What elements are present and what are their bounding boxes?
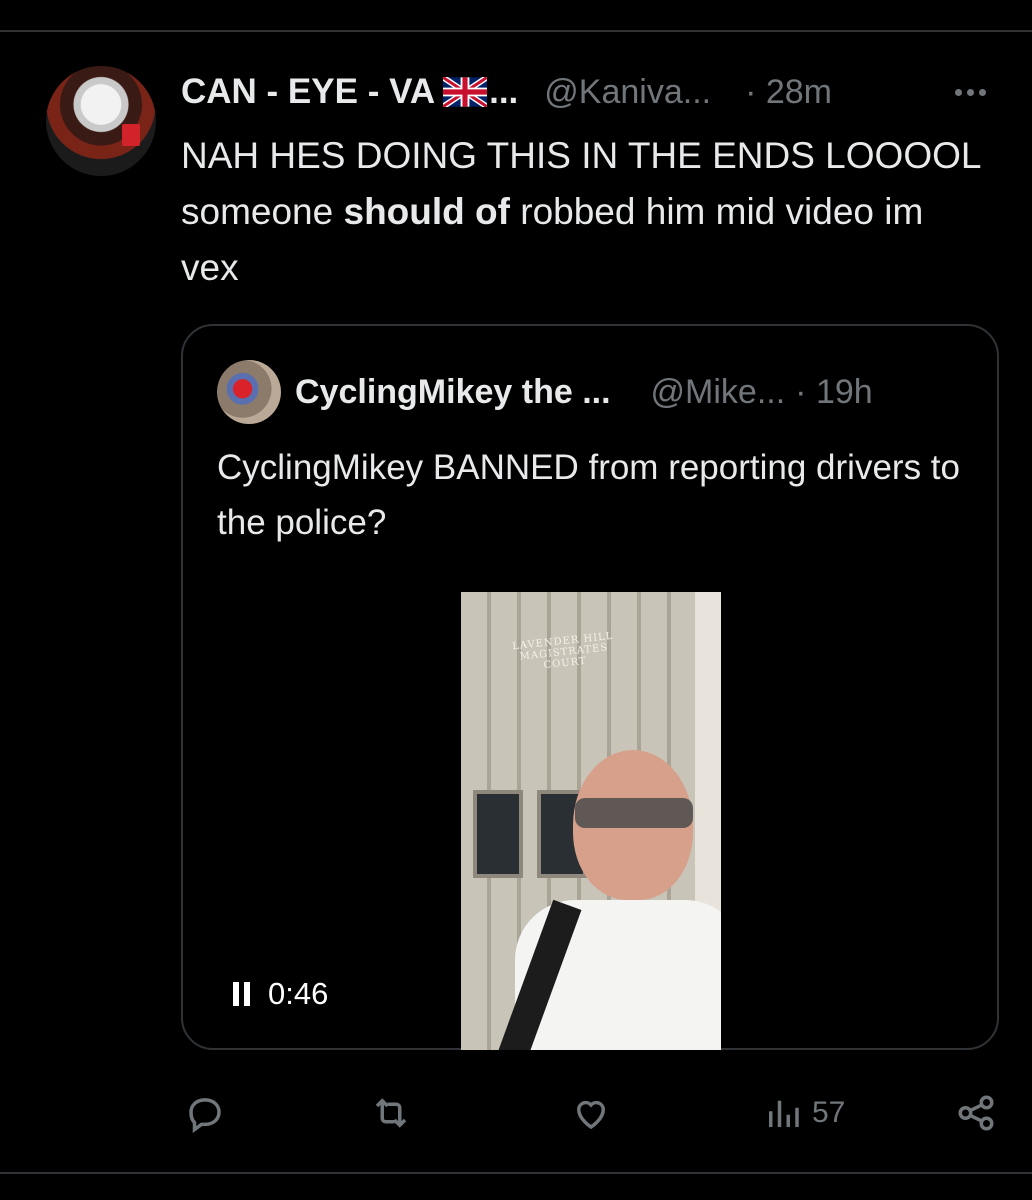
video-person: [498, 750, 721, 1050]
views-button[interactable]: 57: [762, 1090, 845, 1136]
quoted-tweet-text: CyclingMikey BANNED from reporting drive…: [217, 448, 960, 542]
pause-icon[interactable]: [233, 982, 250, 1006]
reply-icon[interactable]: [184, 1092, 226, 1134]
tweet-time[interactable]: · 28m: [745, 73, 832, 112]
video-playback-control[interactable]: 0:46: [233, 976, 328, 1012]
author-avatar[interactable]: [46, 66, 156, 176]
author-name[interactable]: CAN - EYE - VA: [181, 72, 435, 112]
tweet-header: CAN - EYE - VA ... @Kaniva... · 28m: [181, 72, 832, 112]
tweet-actions-bar: 57: [0, 1090, 1032, 1136]
tweet-text: NAH HES DOING THIS IN THE ENDS LOOOOL so…: [181, 128, 981, 296]
quoted-tweet-card[interactable]: CyclingMikey the ... @Mike... · 19h Cycl…: [181, 324, 999, 1050]
like-icon[interactable]: [570, 1092, 612, 1134]
name-ellipsis: ...: [489, 72, 519, 111]
video-player[interactable]: LAVENDER HILL MAGISTRATES COURT: [461, 592, 721, 1050]
quoted-author-name: CyclingMikey the ...: [295, 372, 611, 411]
video-duration: 0:46: [268, 976, 329, 1011]
share-button[interactable]: [955, 1090, 997, 1136]
tweet-text-bold: should of: [343, 191, 510, 232]
video-window: [473, 790, 523, 878]
quoted-tweet-header: CyclingMikey the ... @Mike... · 19h: [295, 370, 873, 414]
views-icon[interactable]: [762, 1092, 804, 1134]
views-count: 57: [812, 1096, 846, 1129]
quoted-tweet-time: · 19h: [795, 372, 873, 411]
more-options-icon[interactable]: [955, 80, 997, 104]
uk-flag-icon: [443, 77, 488, 107]
bottom-divider: [0, 1172, 1032, 1174]
top-divider: [0, 30, 1032, 32]
retweet-button[interactable]: [370, 1090, 412, 1136]
quoted-author-avatar[interactable]: [217, 360, 281, 424]
share-icon[interactable]: [955, 1092, 997, 1134]
author-handle[interactable]: @Kaniva...: [544, 73, 711, 112]
reply-button[interactable]: [184, 1090, 226, 1136]
retweet-icon[interactable]: [370, 1092, 412, 1134]
quoted-author-handle: @Mike...: [650, 372, 786, 411]
like-button[interactable]: [570, 1090, 612, 1136]
